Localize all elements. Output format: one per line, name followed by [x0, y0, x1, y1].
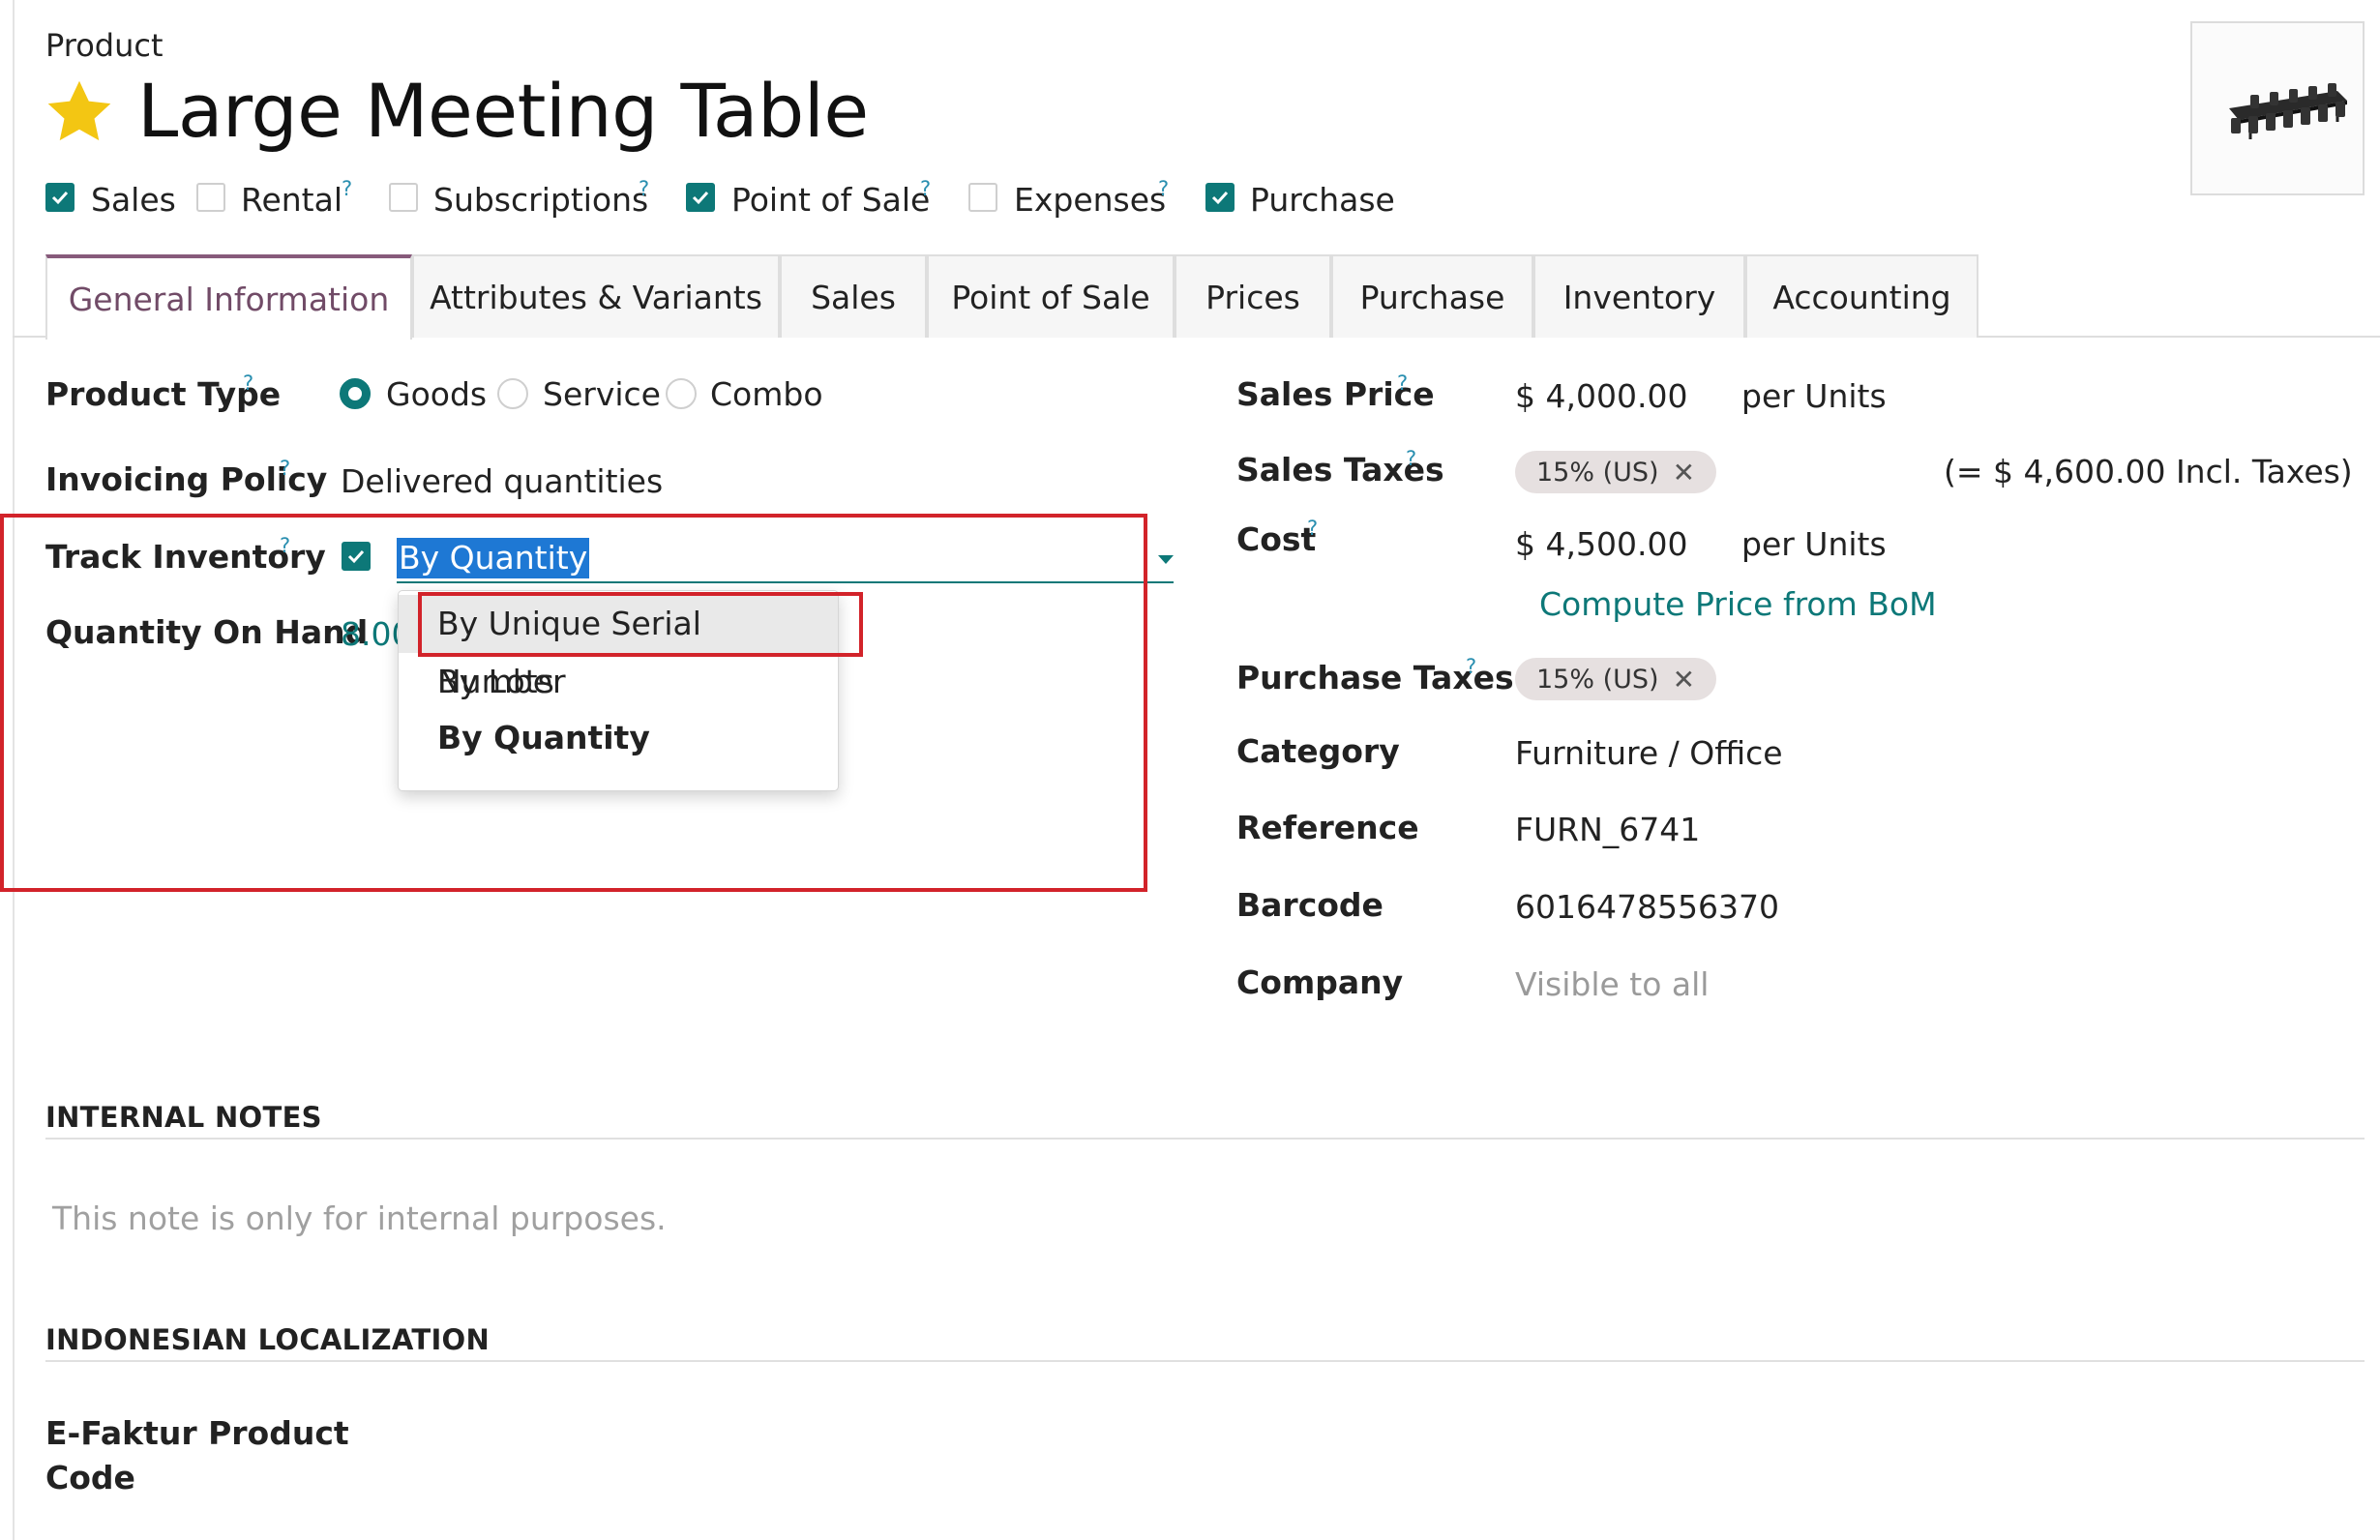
sales-checkbox[interactable] [45, 183, 74, 212]
help-icon[interactable]: ? [920, 177, 931, 200]
rental-checkbox[interactable] [196, 183, 225, 212]
breadcrumb[interactable]: Product [45, 27, 164, 64]
category-value[interactable]: Furniture / Office [1515, 734, 1783, 772]
radio-combo[interactable] [666, 378, 697, 409]
flag-label: Sales [91, 181, 176, 219]
reference-value[interactable]: FURN_6741 [1515, 811, 1700, 848]
help-icon[interactable]: ? [1406, 447, 1416, 470]
annotation-highlight-box [0, 514, 1147, 892]
sales-price-unit: per Units [1741, 377, 1887, 415]
section-divider [45, 1138, 2365, 1140]
sales-price-incl-taxes: (= $ 4,600.00 Incl. Taxes) [1944, 453, 2353, 490]
annotation-highlight-option [418, 592, 863, 657]
tab-point-of-sale[interactable]: Point of Sale [927, 254, 1175, 338]
chevron-down-icon[interactable] [1158, 555, 1174, 564]
category-label: Category [1236, 732, 1400, 770]
localization-title: INDONESIAN LOCALIZATION [45, 1323, 491, 1356]
flag-label: Purchase [1250, 181, 1395, 219]
flag-label: Rental [241, 181, 342, 219]
flag-label: Subscriptions [433, 181, 649, 219]
flag-label: Expenses [1014, 181, 1167, 219]
help-icon[interactable]: ? [1466, 655, 1476, 678]
product-name[interactable]: Large Meeting Table [137, 68, 869, 154]
help-icon[interactable]: ? [342, 177, 352, 200]
help-icon[interactable]: ? [1158, 177, 1169, 200]
favorite-star-icon[interactable] [43, 75, 116, 149]
reference-label: Reference [1236, 809, 1419, 846]
tab-attributes-variants[interactable]: Attributes & Variants [412, 254, 780, 338]
radio-label-service: Service [543, 375, 661, 413]
point-of-sale-checkbox[interactable] [686, 183, 715, 212]
tab-accounting[interactable]: Accounting [1745, 254, 1978, 338]
barcode-label: Barcode [1236, 886, 1383, 924]
close-icon[interactable]: ✕ [1673, 457, 1695, 489]
tab-sales[interactable]: Sales [780, 254, 927, 338]
radio-service[interactable] [497, 378, 528, 409]
company-label: Company [1236, 963, 1404, 1001]
meeting-table-image [2229, 83, 2347, 139]
radio-goods[interactable] [340, 378, 371, 409]
barcode-value[interactable]: 6016478556370 [1515, 888, 1779, 926]
subscriptions-checkbox[interactable] [389, 183, 418, 212]
purchase-tax-tag: 15% (US) ✕ [1515, 658, 1717, 700]
cost-value[interactable]: $ 4,500.00 [1515, 525, 1687, 563]
compute-price-from-bom-button[interactable]: Compute Price from BoM [1539, 585, 1937, 623]
company-input[interactable]: Visible to all [1515, 965, 1709, 1003]
close-icon[interactable]: ✕ [1673, 664, 1695, 696]
tab-prices[interactable]: Prices [1175, 254, 1331, 338]
help-icon[interactable]: ? [639, 177, 649, 200]
help-icon[interactable]: ? [1397, 371, 1408, 395]
tab-inventory[interactable]: Inventory [1533, 254, 1745, 338]
help-icon[interactable]: ? [280, 457, 290, 480]
tag-label: 15% (US) [1536, 457, 1659, 488]
tab-general-information[interactable]: General Information [45, 254, 412, 340]
tab-purchase[interactable]: Purchase [1331, 254, 1533, 338]
internal-notes-input[interactable]: This note is only for internal purposes. [52, 1199, 667, 1237]
sales-tax-tag: 15% (US) ✕ [1515, 451, 1717, 493]
help-icon[interactable]: ? [1307, 517, 1318, 540]
cost-unit: per Units [1741, 525, 1887, 563]
product-image[interactable] [2190, 21, 2365, 195]
flag-label: Point of Sale [731, 181, 931, 219]
help-icon[interactable]: ? [243, 371, 253, 395]
efaktur-label-line2: Code [45, 1459, 135, 1496]
expenses-checkbox[interactable] [968, 183, 997, 212]
section-divider [45, 1360, 2365, 1362]
invoicing-policy-value[interactable]: Delivered quantities [341, 462, 663, 500]
sales-price-value[interactable]: $ 4,000.00 [1515, 377, 1687, 415]
internal-notes-title: INTERNAL NOTES [45, 1101, 322, 1134]
purchase-checkbox[interactable] [1205, 183, 1235, 212]
radio-label-goods: Goods [386, 375, 488, 413]
tag-label: 15% (US) [1536, 664, 1659, 695]
cost-label: Cost [1236, 520, 1317, 558]
radio-label-combo: Combo [710, 375, 823, 413]
efaktur-label-line1: E-Faktur Product [45, 1414, 349, 1452]
